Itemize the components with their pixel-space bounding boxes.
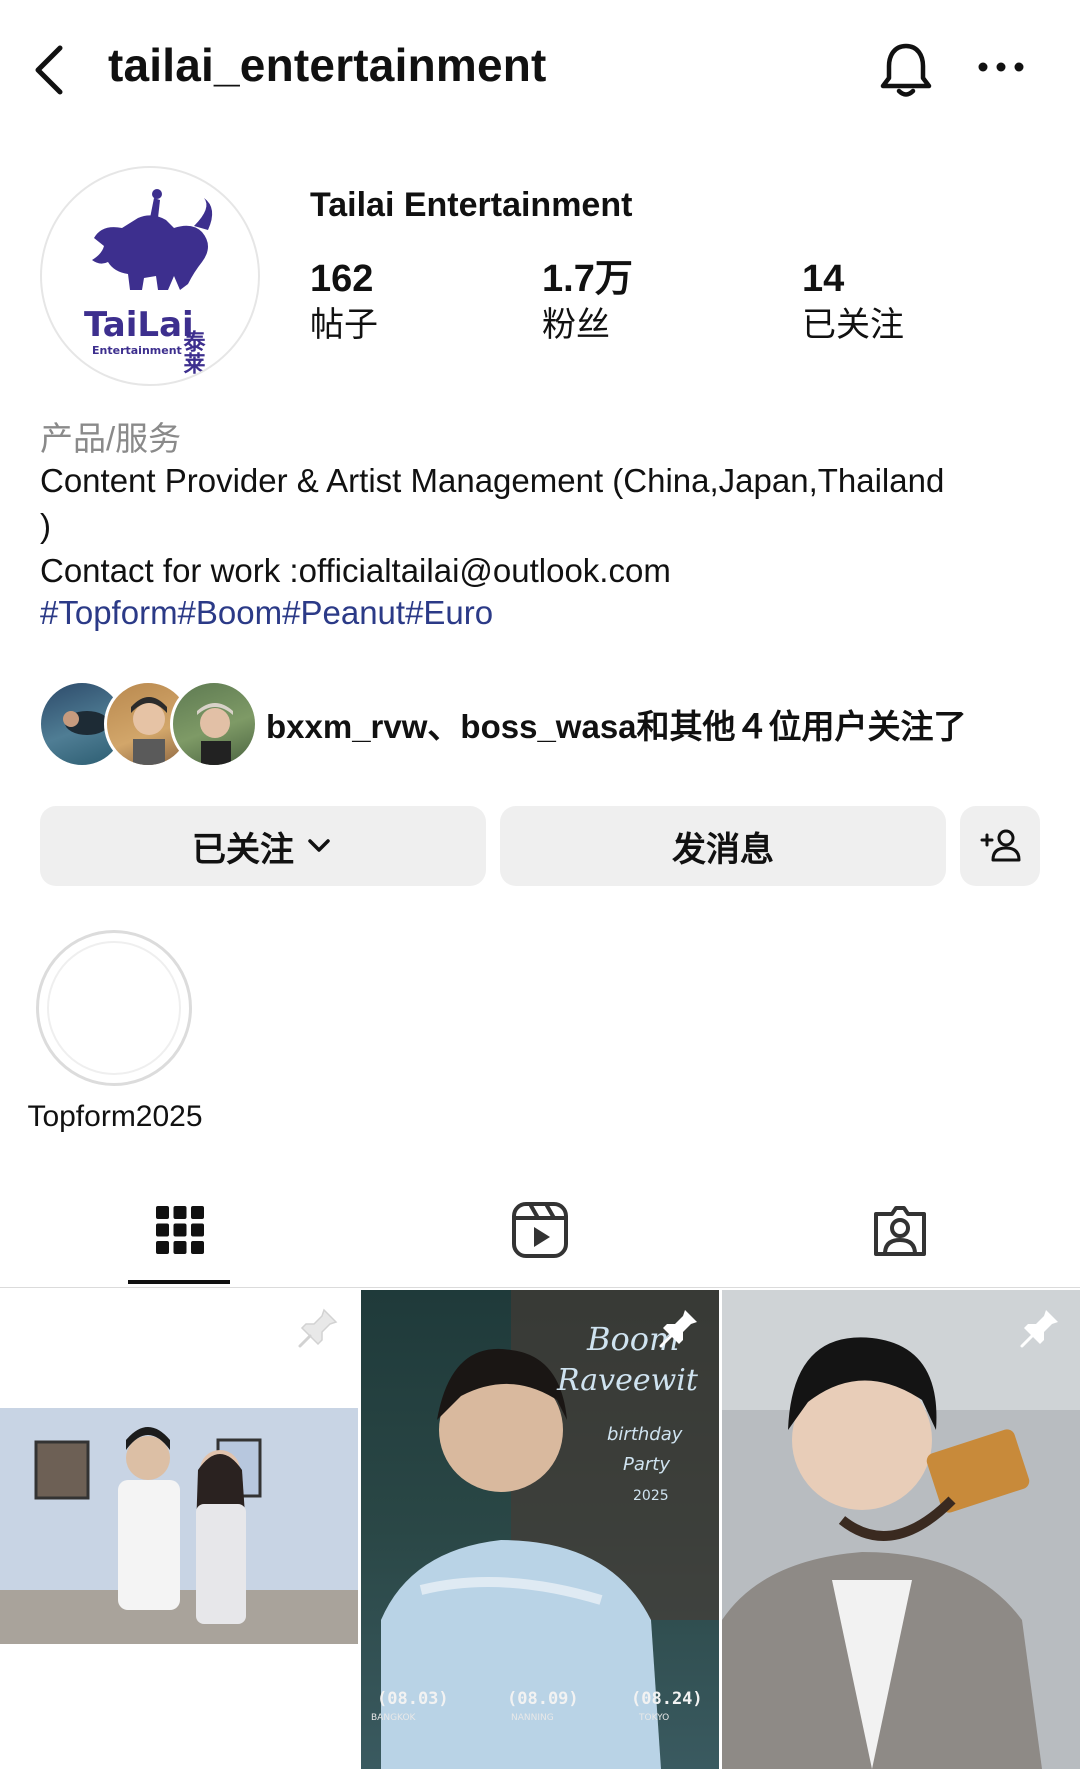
more-options-button[interactable]	[976, 52, 1026, 82]
highlight-cover	[47, 941, 181, 1075]
overlay-city: BANGKOK	[371, 1713, 417, 1723]
stat-posts[interactable]: 162 帖子	[310, 258, 378, 346]
bell-icon	[880, 43, 932, 97]
suggest-users-button[interactable]	[960, 806, 1040, 886]
post-thumbnail[interactable]	[722, 1290, 1080, 1769]
chevron-down-icon	[308, 839, 330, 852]
message-label: 发消息	[672, 830, 774, 869]
pin-icon	[659, 1310, 697, 1348]
message-button[interactable]: 发消息	[500, 806, 946, 886]
stat-posts-label: 帖子	[310, 306, 378, 344]
overlay-date: (08.03)	[377, 1689, 449, 1709]
logo-subtext: Entertainment	[92, 344, 182, 357]
profile-username: tailai_entertainment	[108, 39, 547, 91]
bio-line: Content Provider & Artist Management (Ch…	[40, 462, 945, 499]
stat-following-value: 14	[802, 258, 845, 300]
overlay-city: TOKYO	[638, 1713, 669, 1723]
logo-text: TaiLai	[84, 305, 194, 345]
overlay-title: Raveewit	[556, 1363, 699, 1398]
tab-reels[interactable]	[510, 1200, 570, 1260]
post-image: Boom Raveewit birthday Party 2025 (08.03…	[361, 1290, 719, 1769]
profile-category: 产品/服务	[40, 420, 182, 457]
back-button[interactable]	[28, 40, 72, 100]
overlay-date: (08.09)	[507, 1689, 579, 1709]
mutual-avatar[interactable]	[170, 680, 258, 768]
post-image	[722, 1290, 1080, 1769]
overlay-city: NANNING	[511, 1713, 554, 1723]
add-user-icon	[980, 829, 1021, 862]
post-image	[0, 1290, 358, 1769]
overlay-note: birthday	[607, 1424, 683, 1445]
stat-following[interactable]: 14 已关注	[802, 258, 904, 346]
stat-followers-label: 粉丝	[542, 306, 610, 344]
active-tab-indicator	[128, 1280, 230, 1284]
profile-avatar[interactable]: TaiLai Entertainment 泰莱	[40, 166, 260, 386]
overlay-note: Party	[623, 1454, 670, 1475]
story-highlight[interactable]	[36, 930, 192, 1086]
reels-icon	[512, 1202, 568, 1258]
pin-icon	[1020, 1310, 1058, 1348]
bio-line: )	[40, 507, 51, 544]
more-horizontal-icon	[978, 62, 1024, 72]
notifications-button[interactable]	[878, 40, 934, 100]
tab-divider	[0, 1287, 1080, 1288]
bio-hashtags[interactable]: #Topform#Boom#Peanut#Euro	[40, 594, 493, 632]
tailai-logo: TaiLai Entertainment 泰莱	[84, 189, 213, 374]
pin-icon	[298, 1308, 338, 1348]
tagged-user-icon	[874, 1206, 926, 1256]
display-name: Tailai Entertainment	[310, 186, 633, 224]
highlight-label: Topform2025	[27, 1100, 203, 1133]
post-thumbnail[interactable]: Boom Raveewit birthday Party 2025 (08.03…	[361, 1290, 719, 1769]
overlay-year: 2025	[633, 1488, 669, 1504]
tab-tagged[interactable]	[870, 1200, 930, 1260]
stat-followers[interactable]: 1.7万 粉丝	[542, 258, 633, 346]
bio-contact: Contact for work :officialtailai@outlook…	[40, 552, 671, 589]
mutual-followers-text[interactable]: bxxm_rvw、boss_wasa和其他４位用户关注了	[266, 700, 967, 748]
stat-following-label: 已关注	[802, 306, 904, 344]
following-button[interactable]: 已关注	[40, 806, 486, 886]
stat-posts-value: 162	[310, 258, 374, 300]
tab-posts-grid[interactable]	[150, 1200, 210, 1260]
profile-bio: Content Provider & Artist Management (Ch…	[40, 458, 1050, 593]
chevron-left-icon	[35, 45, 63, 95]
logo-chinese: 泰莱	[180, 330, 207, 374]
following-label: 已关注	[192, 830, 294, 869]
post-thumbnail[interactable]	[0, 1290, 358, 1769]
overlay-date: (08.24)	[631, 1689, 703, 1709]
grid-icon	[156, 1206, 204, 1254]
stat-followers-value: 1.7万	[542, 258, 633, 300]
